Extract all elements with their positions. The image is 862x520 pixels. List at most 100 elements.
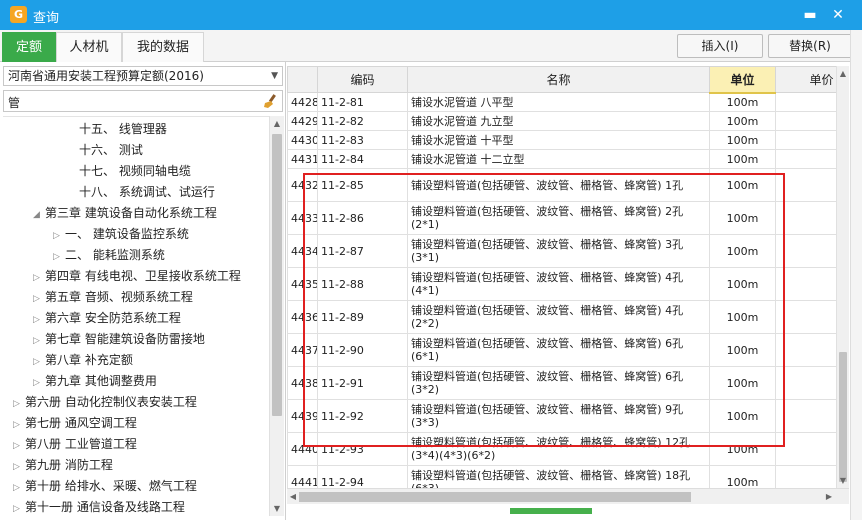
tree-scroll-thumb[interactable] [272,134,282,416]
cell-name: 铺设塑料管道(包括硬管、波纹管、栅格管、蜂窝管) 3孔(3*1) [407,234,710,268]
tree-node-label: 第九册 消防工程 [25,458,113,472]
expand-arrow-icon[interactable]: ▷ [33,310,45,330]
replace-button[interactable]: 替换(R) [768,34,852,58]
cell-unit: 100m [709,333,776,367]
cell-unit: 100m [709,111,776,131]
tree-node[interactable]: ▷ 第七册 通风空调工程 [13,413,137,433]
tree-node-label: 第九章 其他调整费用 [45,374,157,388]
tree-node[interactable]: ▷ 第九章 其他调整费用 [33,371,157,391]
expand-arrow-icon[interactable]: ▷ [33,373,45,393]
grid-scroll-down-icon[interactable]: ▼ [837,473,849,488]
row-index: 4436 [287,300,318,334]
scroll-right-icon[interactable]: ▶ [823,489,835,505]
cell-unit: 100m [709,432,776,466]
expand-arrow-icon[interactable]: ▷ [13,415,25,435]
expand-arrow-icon[interactable]: ▷ [13,436,25,456]
search-input[interactable]: 管 [3,90,283,112]
table-row[interactable]: 4432 11-2-85 铺设塑料管道(包括硬管、波纹管、栅格管、蜂窝管) 1孔 10… [287,168,849,202]
expanded-arrow-icon[interactable]: ◢ [33,205,45,225]
expand-arrow-icon[interactable]: ▷ [13,394,25,414]
table-row[interactable]: 442811-2-81铺设水泥管道 八平型100m3848 [287,92,849,112]
col-header-name[interactable]: 名称 [407,66,710,93]
expand-arrow-icon[interactable]: ▷ [33,331,45,351]
minimize-icon[interactable]: ▬ [800,5,820,25]
expand-arrow-icon[interactable]: ▷ [33,352,45,372]
col-header-code[interactable]: 编码 [317,66,408,93]
left-pane: 河南省通用安装工程预算定额(2016) ▼ 管 十五、 线管理器十六、 测试 十七… [0,62,286,520]
scroll-down-icon[interactable]: ▼ [270,501,284,516]
tree-node[interactable]: 十六、 测试 [67,140,143,160]
insert-button[interactable]: 插入(I) [677,34,763,58]
expand-arrow-icon[interactable]: ▷ [33,268,45,288]
tree-node[interactable]: ▷ 第四章 有线电视、卫星接收系统工程 [33,266,241,286]
tree-node[interactable]: ▷ 第十册 给排水、采暖、燃气工程 [13,476,197,496]
expand-arrow-icon[interactable]: ▷ [53,226,65,246]
table-row[interactable]: 4434 11-2-87 铺设塑料管道(包括硬管、波纹管、栅格管、蜂窝管) 3孔(3… [287,234,849,268]
row-index: 4440 [287,432,318,466]
cell-name: 铺设塑料管道(包括硬管、波纹管、栅格管、蜂窝管) 6孔(6*1) [407,333,710,367]
tree-node[interactable]: ▷ 第八册 工业管道工程 [13,434,137,454]
tree-node[interactable]: ▷ 第六册 自动化控制仪表安装工程 [13,392,197,412]
tree-node[interactable]: ▷ 第九册 消防工程 [13,455,113,475]
table-row[interactable]: 4433 11-2-86 铺设塑料管道(包括硬管、波纹管、栅格管、蜂窝管) 2孔(2… [287,201,849,235]
scroll-up-icon[interactable]: ▲ [270,116,284,131]
tree-node[interactable]: 十七、 视频同轴电缆 [67,161,191,181]
tree-node[interactable]: ▷ 第七章 智能建筑设备防雷接地 [33,329,205,349]
table-row[interactable]: 4440 11-2-93 铺设塑料管道(包括硬管、波纹管、栅格管、蜂窝管) 12孔(… [287,432,849,466]
tree-node[interactable]: 十五、 线管理器 [67,119,167,139]
table-row[interactable]: 4437 11-2-90 铺设塑料管道(包括硬管、波纹管、栅格管、蜂窝管) 6孔(6… [287,333,849,367]
expand-arrow-icon[interactable]: ▷ [13,457,25,477]
grid-scroll-thumb[interactable] [839,352,847,482]
expand-arrow-icon[interactable]: ▷ [13,499,25,516]
tree-node-label: 二、 能耗监测系统 [65,248,165,262]
table-row[interactable]: 443111-2-84铺设水泥管道 十二立型100m5533 [287,149,849,169]
tree-scrollbar[interactable]: ▲ ▼ [269,116,284,516]
brush-icon[interactable] [262,93,278,109]
expand-arrow-icon[interactable]: ▷ [33,289,45,309]
scroll-left-icon[interactable]: ◀ [287,489,299,505]
row-index: 4430 [287,130,318,150]
tab-my-data[interactable]: 我的数据 [122,32,204,62]
tree-node[interactable]: ▷ 二、 能耗监测系统 [53,245,165,265]
table-row[interactable]: 4436 11-2-89 铺设塑料管道(包括硬管、波纹管、栅格管、蜂窝管) 4孔(2… [287,300,849,334]
tree-node[interactable]: 十八、 系统调试、试运行 [67,182,215,202]
row-index: 4439 [287,399,318,433]
quota-table: 编码 名称 单位 单价 442811-2-81铺设水泥管道 八平型100m384… [287,66,849,499]
cell-name: 铺设塑料管道(包括硬管、波纹管、栅格管、蜂窝管) 9孔(3*3) [407,399,710,433]
grid-hscrollbar[interactable]: ◀ ▶ [287,488,849,504]
cell-name: 铺设水泥管道 九立型 [407,111,710,131]
expand-arrow-icon[interactable]: ▷ [53,247,65,267]
table-row[interactable]: 4435 11-2-88 铺设塑料管道(包括硬管、波纹管、栅格管、蜂窝管) 4孔(4… [287,267,849,301]
table-row[interactable]: 443011-2-83铺设水泥管道 十平型100m4784 [287,130,849,150]
tab-labor-material-machine[interactable]: 人材机 [56,32,122,62]
cell-unit: 100m [709,267,776,301]
tree-node[interactable]: ▷ 第五章 音频、视频系统工程 [33,287,193,307]
app-logo-icon: G [10,6,27,23]
table-row[interactable]: 4439 11-2-92 铺设塑料管道(包括硬管、波纹管、栅格管、蜂窝管) 9孔(3… [287,399,849,433]
tree-node[interactable]: ▷ 第八章 补充定额 [33,350,133,370]
table-row[interactable]: 442911-2-82铺设水泥管道 九立型100m416 [287,111,849,131]
table-row[interactable]: 4438 11-2-91 铺设塑料管道(包括硬管、波纹管、栅格管、蜂窝管) 6孔(3… [287,366,849,400]
cell-unit: 100m [709,130,776,150]
cell-code: 11-2-87 [317,234,408,268]
grid-hscroll-thumb[interactable] [299,492,691,502]
col-header-unit[interactable]: 单位 [709,66,776,94]
cell-unit: 100m [709,234,776,268]
tree-node[interactable]: ▷ 一、 建筑设备监控系统 [53,224,189,244]
row-index: 4433 [287,201,318,235]
tree-node-label: 十五、 线管理器 [79,122,167,136]
tree-node[interactable]: ▷ 第十一册 通信设备及线路工程 [13,497,185,516]
cell-unit: 100m [709,149,776,169]
cell-name: 铺设水泥管道 八平型 [407,92,710,112]
tab-quota[interactable]: 定额 [2,32,56,62]
cell-code: 11-2-83 [317,130,408,150]
quota-library-select[interactable]: 河南省通用安装工程预算定额(2016) ▼ [3,66,283,86]
tree-node[interactable]: ◢ 第三章 建筑设备自动化系统工程 [33,203,217,223]
grid-scroll-up-icon[interactable]: ▲ [837,66,849,81]
right-edge-panel [850,30,862,520]
grid-scrollbar[interactable]: ▲ ▼ [836,66,849,488]
expand-arrow-icon[interactable]: ▷ [13,478,25,498]
tree-node[interactable]: ▷ 第六章 安全防范系统工程 [33,308,181,328]
cell-code: 11-2-89 [317,300,408,334]
close-icon[interactable]: ✕ [828,5,848,25]
